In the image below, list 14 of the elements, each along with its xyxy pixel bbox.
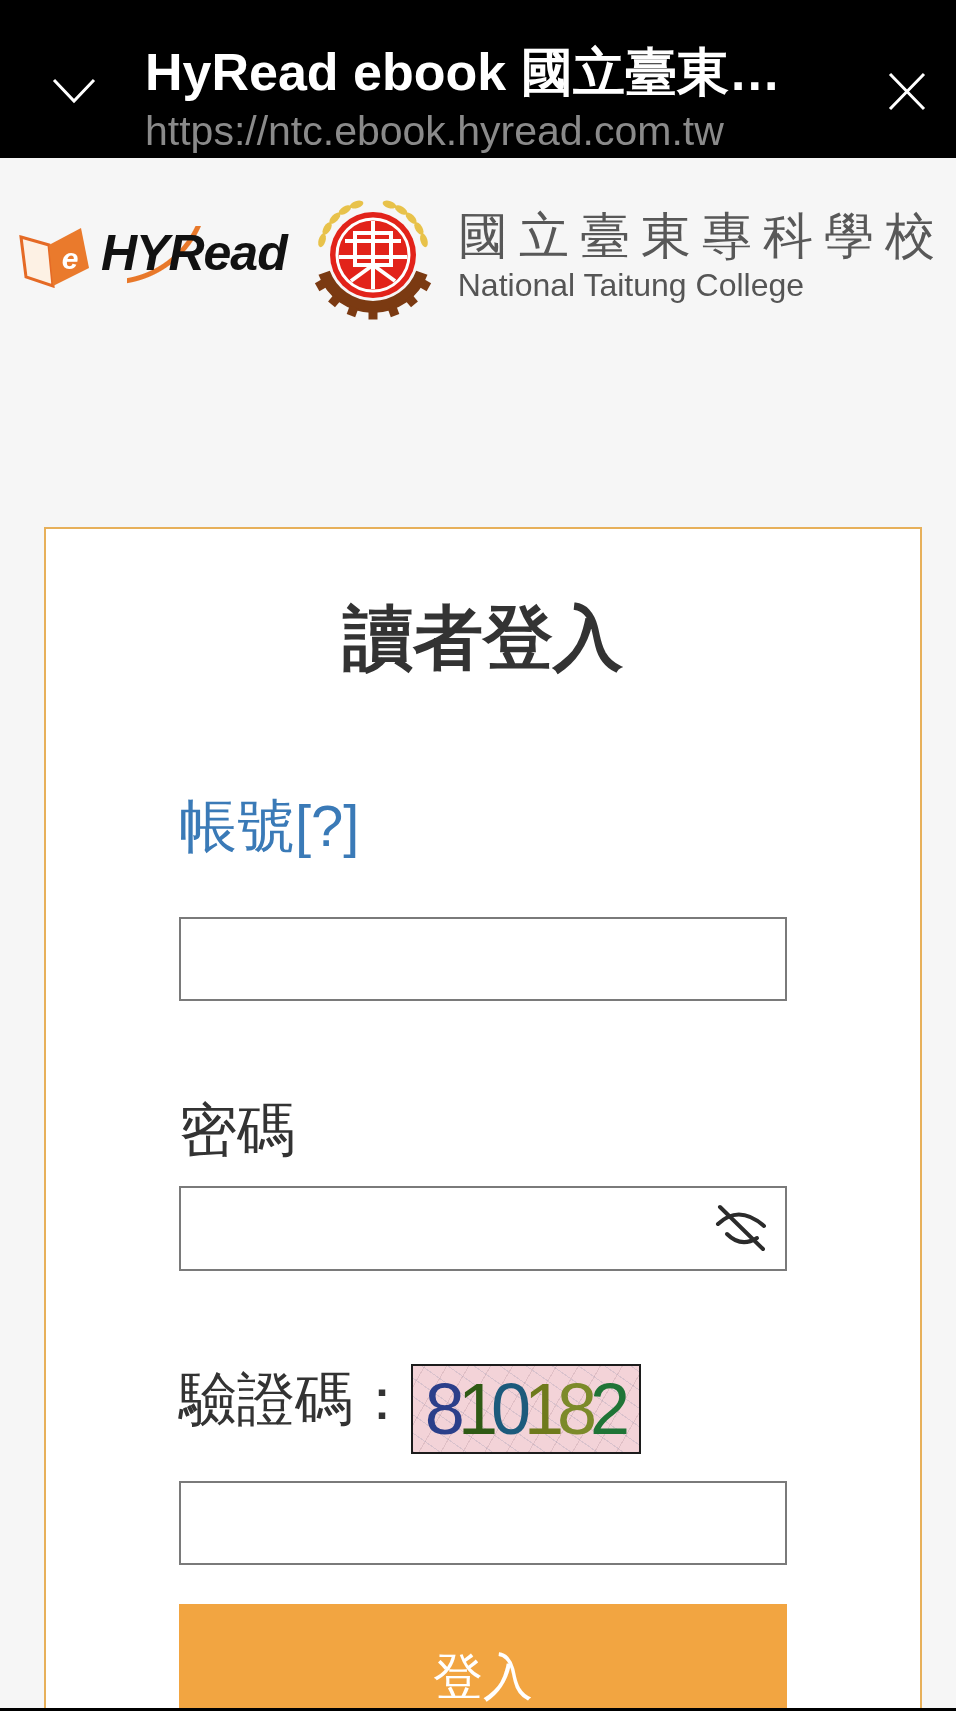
captcha-label: 驗證碼：: [179, 1365, 411, 1433]
login-title: 讀者登入: [343, 598, 623, 679]
page-url: https://ntc.ebook.hyread.com.tw: [145, 107, 724, 157]
chevron-down-icon[interactable]: [52, 78, 96, 104]
password-input-field[interactable]: [179, 1185, 787, 1271]
school-name: 國立臺東專科學校: [457, 207, 946, 266]
account-input-field[interactable]: [179, 917, 787, 1002]
password-label: 密碼: [179, 1097, 295, 1164]
school-name-english: National Taitung College: [457, 267, 805, 305]
captcha-input-field[interactable]: [179, 1480, 787, 1565]
account-help-link[interactable]: 帳號[?]: [179, 792, 360, 860]
captcha-image: 810182: [411, 1363, 641, 1454]
page-title: HyRead ebook 國立臺東…: [145, 42, 781, 103]
close-icon[interactable]: [888, 72, 926, 111]
